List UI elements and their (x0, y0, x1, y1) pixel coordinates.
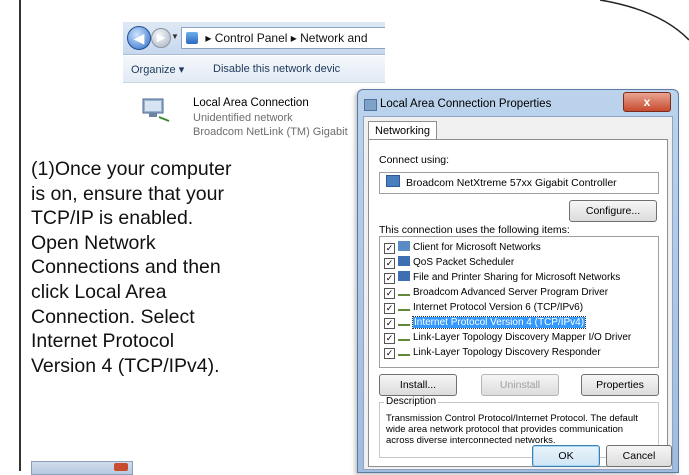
list-item[interactable]: ✓ Internet Protocol Version 6 (TCP/IPv6) (382, 301, 654, 315)
address-field[interactable]: ▸ Control Panel ▸ Network and (181, 27, 385, 49)
dialog-body: Networking Connect using: Broadcom NetXt… (363, 116, 673, 470)
disable-device-button[interactable]: Disable this network devic (213, 63, 340, 75)
checkbox[interactable]: ✓ (384, 258, 395, 269)
adapter-name: Broadcom NetXtreme 57xx Gigabit Controll… (406, 177, 617, 189)
checkbox[interactable]: ✓ (384, 348, 395, 359)
organize-menu[interactable]: Organize ▾ (131, 63, 184, 76)
address-bar: ◀ ▶ ▼ ▸ Control Panel ▸ Network and (123, 22, 385, 55)
description-text: Transmission Control Protocol/Internet P… (386, 413, 638, 446)
connect-using-label: Connect using: (379, 154, 450, 166)
protocol-icon (398, 304, 410, 311)
list-item[interactable]: ✓ File and Printer Sharing for Microsoft … (382, 271, 654, 285)
breadcrumb-separator-icon: ▸ (205, 31, 215, 45)
dialog-title: Local Area Connection Properties (380, 98, 552, 110)
checkbox[interactable]: ✓ (384, 273, 395, 284)
tcpip-properties-window-fragment (31, 461, 133, 475)
list-item[interactable]: ✓ QoS Packet Scheduler (382, 256, 654, 270)
list-item-label: Broadcom Advanced Server Program Driver (413, 287, 609, 298)
tab-networking[interactable]: Networking (368, 121, 438, 140)
local-area-connection-properties-dialog: Local Area Connection Properties x Netwo… (357, 89, 679, 473)
network-adapter-icon (142, 98, 170, 122)
description-label: Description (384, 396, 439, 407)
list-item-label: QoS Packet Scheduler (413, 257, 515, 268)
recent-pages-dropdown-icon[interactable]: ▼ (171, 32, 179, 41)
checkbox[interactable]: ✓ (384, 333, 395, 344)
network-connections-window: ◀ ▶ ▼ ▸ Control Panel ▸ Network and Orga… (123, 0, 385, 146)
close-icon (114, 463, 128, 471)
install-button[interactable]: Install... (379, 374, 457, 396)
adapter-field: Broadcom NetXtreme 57xx Gigabit Controll… (379, 172, 659, 194)
cancel-button[interactable]: Cancel (606, 445, 672, 467)
list-item[interactable]: ✓ Link-Layer Topology Discovery Mapper I/… (382, 331, 654, 345)
adapter-icon (386, 175, 400, 187)
service-icon (398, 256, 410, 266)
checkbox[interactable]: ✓ (384, 318, 395, 329)
close-button[interactable]: x (623, 92, 671, 112)
dialog-title-icon (364, 99, 377, 111)
connection-adapter: Broadcom NetLink (TM) Gigabit (193, 126, 348, 138)
list-item-label: File and Printer Sharing for Microsoft N… (413, 272, 621, 283)
items-label: This connection uses the following items… (379, 224, 570, 236)
ok-button[interactable]: OK (532, 445, 600, 467)
list-item-selected[interactable]: ✓ Internet Protocol Version 4 (TCP/IPv4) (382, 316, 654, 330)
command-toolbar: Organize ▾ Disable this network devic (123, 56, 385, 83)
networking-tab-panel: Connect using: Broadcom NetXtreme 57xx G… (368, 139, 668, 467)
properties-button[interactable]: Properties (581, 374, 659, 396)
page-border (19, 0, 21, 471)
breadcrumb-control-panel[interactable]: Control Panel (215, 31, 288, 45)
list-item-label: Internet Protocol Version 4 (TCP/IPv4) (411, 316, 587, 329)
control-panel-icon (186, 32, 198, 44)
list-item[interactable]: ✓ Client for Microsoft Networks (382, 241, 654, 255)
breadcrumb-network[interactable]: Network and (300, 31, 367, 45)
protocol-icon (398, 334, 410, 341)
list-item-label: Internet Protocol Version 6 (TCP/IPv6) (413, 302, 584, 313)
checkbox[interactable]: ✓ (384, 243, 395, 254)
protocol-icon (398, 289, 410, 296)
checkbox[interactable]: ✓ (384, 303, 395, 314)
list-item-label: Link-Layer Topology Discovery Mapper I/O… (413, 332, 632, 343)
list-item-label: Client for Microsoft Networks (413, 242, 541, 253)
local-area-connection-item[interactable]: Local Area Connection Unidentified netwo… (123, 83, 385, 146)
configure-button[interactable]: Configure... (569, 200, 657, 222)
client-icon (398, 241, 410, 251)
service-icon (398, 271, 410, 281)
instruction-text: (1)Once your computer is on, ensure that… (31, 158, 232, 377)
list-item[interactable]: ✓ Broadcom Advanced Server Program Driver (382, 286, 654, 300)
uninstall-button[interactable]: Uninstall (481, 374, 559, 396)
connection-name: Local Area Connection (193, 97, 309, 109)
list-item-label: Link-Layer Topology Discovery Responder (413, 347, 601, 358)
components-list[interactable]: ✓ Client for Microsoft Networks ✓ QoS Pack… (379, 236, 659, 368)
breadcrumb-separator-icon: ▸ (290, 31, 301, 45)
protocol-icon (398, 349, 410, 356)
protocol-icon (398, 319, 410, 326)
checkbox[interactable]: ✓ (384, 288, 395, 299)
list-item[interactable]: ✓ Link-Layer Topology Discovery Responder (382, 346, 654, 360)
back-button[interactable]: ◀ (127, 26, 151, 50)
forward-button[interactable]: ▶ (151, 28, 171, 48)
connection-status: Unidentified network (193, 112, 293, 124)
